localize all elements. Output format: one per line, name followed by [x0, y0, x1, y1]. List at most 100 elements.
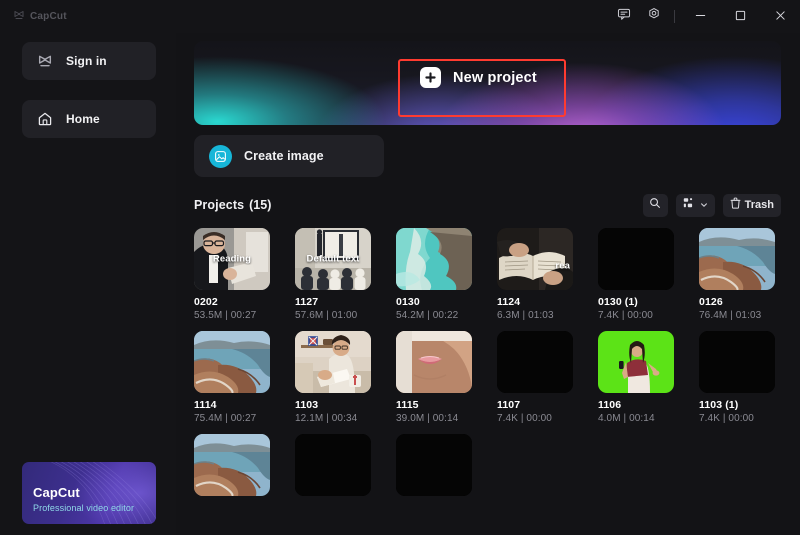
thumbnail-overlay-text: rea [497, 261, 573, 272]
sidebar-item-home[interactable]: Home [22, 100, 156, 138]
project-card[interactable]: 1103 (1) 7.4K | 00:00 [699, 331, 775, 424]
project-card[interactable]: 0130 54.2M | 00:22 [396, 228, 472, 321]
project-title: 1103 (1) [699, 399, 775, 411]
project-title: 1106 [598, 399, 674, 411]
window-body: Sign in Home [0, 33, 800, 535]
grid-view-icon [683, 196, 696, 214]
new-project-button[interactable]: New project [404, 58, 553, 97]
project-card[interactable] [194, 434, 270, 496]
project-card[interactable]: 1114 75.4M | 00:27 [194, 331, 270, 424]
minimize-icon [695, 8, 706, 26]
project-card[interactable]: 1103 12.1M | 00:34 [295, 331, 371, 424]
project-thumbnail[interactable] [396, 228, 472, 290]
project-card[interactable]: rea 1124 6.3M | 01:03 [497, 228, 573, 321]
project-title: 1124 [497, 296, 573, 308]
titlebar: CapCut [0, 0, 800, 33]
create-image-button[interactable]: Create image [194, 135, 384, 177]
project-thumbnail[interactable] [497, 331, 573, 393]
capcut-logo-icon [36, 53, 53, 70]
promo-text: CapCut Professional video editor [33, 486, 134, 513]
close-icon [775, 8, 786, 26]
titlebar-branding: CapCut [0, 8, 176, 26]
project-thumbnail[interactable]: Reading [194, 228, 270, 290]
project-card[interactable]: Reading 0202 53.5M | 00:27 [194, 228, 270, 321]
settings-button[interactable] [639, 0, 669, 33]
sidebar: Sign in Home [0, 33, 176, 535]
project-thumbnail[interactable] [396, 331, 472, 393]
main-content: New project Create image Projects ( [176, 33, 800, 535]
minimize-button[interactable] [680, 0, 720, 33]
sidebar-item-label: Home [66, 112, 100, 126]
feedback-button[interactable] [609, 0, 639, 33]
project-card[interactable]: Default text 1127 57.6M | 01:00 [295, 228, 371, 321]
promo-subtitle: Professional video editor [33, 503, 134, 513]
trash-button[interactable]: Trash [723, 194, 781, 217]
create-image-label: Create image [244, 149, 324, 163]
titlebar-app-name: CapCut [30, 11, 67, 22]
project-card[interactable] [396, 434, 472, 496]
project-thumbnail[interactable]: Default text [295, 228, 371, 290]
project-thumbnail[interactable] [699, 228, 775, 290]
close-button[interactable] [760, 0, 800, 33]
project-thumbnail[interactable] [396, 434, 472, 496]
project-thumbnail[interactable] [194, 331, 270, 393]
project-thumbnail[interactable] [194, 434, 270, 496]
image-icon [209, 145, 232, 168]
capcut-window: CapCut [0, 0, 800, 535]
project-meta: 6.3M | 01:03 [497, 310, 573, 321]
promo-card[interactable]: CapCut Professional video editor [22, 462, 156, 524]
project-meta: 39.0M | 00:14 [396, 413, 472, 424]
project-card[interactable] [295, 434, 371, 496]
sidebar-item-sign-in[interactable]: Sign in [22, 42, 156, 80]
chevron-down-icon [700, 196, 708, 214]
project-thumbnail[interactable] [295, 331, 371, 393]
project-meta: 76.4M | 01:03 [699, 310, 775, 321]
projects-title: Projects [194, 198, 244, 212]
search-icon [649, 196, 661, 214]
project-meta: 7.4K | 00:00 [497, 413, 573, 424]
sidebar-item-label: Sign in [66, 54, 107, 68]
maximize-icon [735, 8, 746, 26]
project-thumbnail[interactable]: rea [497, 228, 573, 290]
view-mode-button[interactable] [676, 194, 715, 217]
project-title: 1127 [295, 296, 371, 308]
project-title: 1107 [497, 399, 573, 411]
project-title: 1103 [295, 399, 371, 411]
project-thumbnail[interactable] [699, 331, 775, 393]
capcut-logo-icon [13, 8, 25, 26]
thumbnail-overlay-text: Default text [295, 254, 371, 265]
promo-title: CapCut [33, 486, 134, 501]
search-button[interactable] [643, 194, 668, 217]
trash-label: Trash [745, 199, 774, 211]
project-meta: 7.4K | 00:00 [699, 413, 775, 424]
project-title: 0126 [699, 296, 775, 308]
project-meta: 12.1M | 00:34 [295, 413, 371, 424]
maximize-button[interactable] [720, 0, 760, 33]
new-project-banner[interactable]: New project [194, 41, 781, 125]
project-meta: 75.4M | 00:27 [194, 413, 270, 424]
project-meta: 57.6M | 01:00 [295, 310, 371, 321]
project-title: 0130 (1) [598, 296, 674, 308]
projects-count: (15) [249, 198, 271, 212]
gear-icon [647, 7, 661, 26]
project-card[interactable]: 0130 (1) 7.4K | 00:00 [598, 228, 674, 321]
project-card[interactable]: 11064.0M | 00:14 [598, 331, 674, 424]
project-card[interactable]: 1107 7.4K | 00:00 [497, 331, 573, 424]
project-card[interactable]: 111539.0M | 00:14 [396, 331, 472, 424]
new-project-label: New project [453, 70, 537, 86]
projects-grid: Reading 0202 53.5M | 00:27 Default text 112… [194, 228, 781, 496]
thumbnail-overlay-text: Reading [194, 254, 270, 265]
project-meta: 53.5M | 00:27 [194, 310, 270, 321]
project-card[interactable]: 0126 76.4M | 01:03 [699, 228, 775, 321]
project-title: 0202 [194, 296, 270, 308]
project-meta: 7.4K | 00:00 [598, 310, 674, 321]
feedback-icon [617, 7, 631, 26]
project-thumbnail[interactable] [598, 228, 674, 290]
project-meta: 54.2M | 00:22 [396, 310, 472, 321]
project-thumbnail[interactable] [598, 331, 674, 393]
titlebar-divider [674, 10, 675, 23]
project-thumbnail[interactable] [295, 434, 371, 496]
project-title: 0130 [396, 296, 472, 308]
projects-header: Projects (15) [194, 193, 781, 217]
project-title: 1114 [194, 399, 270, 411]
